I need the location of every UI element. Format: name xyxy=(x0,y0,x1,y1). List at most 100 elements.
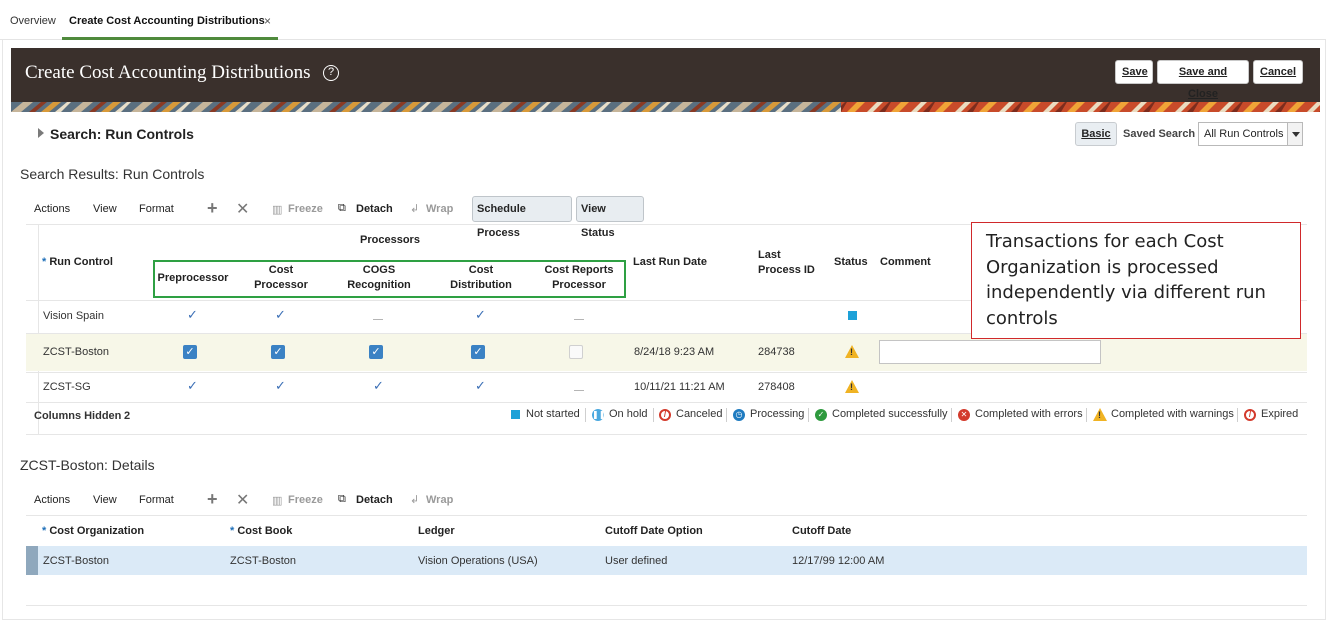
tab-close-icon[interactable]: × xyxy=(264,14,271,28)
legend-divider xyxy=(808,408,809,422)
wrap-icon[interactable]: ↲ xyxy=(410,493,419,506)
save-button-label: Save xyxy=(1122,66,1148,78)
details-title: ZCST-Boston: Details xyxy=(20,457,155,473)
details-detach-button[interactable]: Detach xyxy=(356,494,393,506)
basic-search-button[interactable]: Basic xyxy=(1075,122,1117,146)
legend-on-hold: On hold xyxy=(609,408,648,420)
results-title: Search Results: Run Controls xyxy=(20,166,205,182)
last-run-date-cell: 10/11/21 11:21 AM xyxy=(634,381,725,393)
col-ledger[interactable]: Ledger xyxy=(418,524,455,539)
row-selector[interactable] xyxy=(26,546,38,575)
annotation-note: Transactions for each Cost Organization … xyxy=(971,222,1301,339)
col-run-control[interactable]: * Run Control xyxy=(42,255,113,270)
saved-search-select[interactable]: All Run Controls xyxy=(1198,122,1303,146)
legend-completed-with-errors: Completed with errors xyxy=(975,408,1083,420)
save-and-close-button[interactable]: Save and Close xyxy=(1157,60,1249,100)
expired-icon: / xyxy=(1244,409,1256,421)
details-wrap-button[interactable]: Wrap xyxy=(426,494,453,506)
add-icon[interactable]: + xyxy=(207,489,218,510)
col-cost-organization[interactable]: * Cost Organization xyxy=(42,524,144,539)
cutoff-date-option-cell: User defined xyxy=(605,555,668,567)
detach-icon[interactable]: ⧉ xyxy=(338,493,346,506)
wrap-button[interactable]: Wrap xyxy=(426,203,453,215)
cost-processor-checkbox[interactable]: ✓ xyxy=(271,345,285,359)
chevron-down-icon[interactable] xyxy=(1287,123,1302,145)
legend-divider xyxy=(1086,408,1087,422)
legend-divider xyxy=(585,408,586,422)
format-menu[interactable]: Format xyxy=(139,203,174,215)
run-control-cell: ZCST-Boston xyxy=(43,346,110,358)
legend-not-started: Not started xyxy=(526,408,580,420)
freeze-icon[interactable]: ▥ xyxy=(272,203,282,216)
columns-hidden-label: Columns Hidden xyxy=(34,410,122,422)
actions-menu[interactable]: Actions xyxy=(34,203,70,215)
cancel-button[interactable]: Cancel xyxy=(1253,60,1303,84)
run-control-cell: Vision Spain xyxy=(43,310,104,322)
legend-canceled: Canceled xyxy=(676,408,723,420)
help-icon[interactable]: ? xyxy=(323,65,339,81)
legend-processing: Processing xyxy=(750,408,805,420)
details-freeze-button[interactable]: Freeze xyxy=(288,494,323,506)
details-view-menu[interactable]: View xyxy=(93,494,117,506)
row-divider xyxy=(26,372,1307,373)
saved-search-label: Saved Search xyxy=(1123,128,1196,140)
tab-overview[interactable]: Overview xyxy=(10,15,56,27)
tab-create-cost-accounting-distributions[interactable]: Create Cost Accounting Distributions xyxy=(69,15,265,27)
col-cost-organization-label: Cost Organization xyxy=(49,525,145,537)
schedule-process-button[interactable]: Schedule Process xyxy=(472,196,572,239)
check-icon: ✓ xyxy=(275,307,286,322)
cogs-recognition-checkbox[interactable]: ✓ xyxy=(369,345,383,359)
last-process-id-cell: 278408 xyxy=(758,381,795,393)
legend-divider xyxy=(726,408,727,422)
check-icon: ✓ xyxy=(187,378,198,393)
col-cutoff-date[interactable]: Cutoff Date xyxy=(792,524,851,539)
tab-bar: Overview Create Cost Accounting Distribu… xyxy=(0,0,1326,40)
col-last-run-date[interactable]: Last Run Date xyxy=(633,255,707,270)
details-table-top-border xyxy=(26,515,1307,516)
details-actions-menu[interactable]: Actions xyxy=(34,494,70,506)
warning-status-icon xyxy=(845,345,859,358)
warning-status-icon xyxy=(845,380,859,393)
save-button[interactable]: Save xyxy=(1115,60,1153,84)
cost-organization-cell: ZCST-Boston xyxy=(43,555,110,567)
legend-completed-successfully: Completed successfully xyxy=(832,408,948,420)
wrap-icon[interactable]: ↲ xyxy=(410,202,419,215)
view-status-button[interactable]: View Status xyxy=(576,196,644,239)
cost-reports-processor-checkbox[interactable] xyxy=(569,345,583,359)
col-comment[interactable]: Comment xyxy=(880,255,931,270)
details-format-menu[interactable]: Format xyxy=(139,494,174,506)
legend-completed-with-warnings: Completed with warnings xyxy=(1111,408,1234,420)
decorative-pattern xyxy=(11,102,1320,112)
completed-with-errors-icon: ✕ xyxy=(958,409,970,421)
cost-book-cell: ZCST-Boston xyxy=(230,555,297,567)
delete-icon[interactable]: ✕ xyxy=(236,490,249,510)
check-icon: ✓ xyxy=(187,307,198,322)
cost-distribution-checkbox[interactable]: ✓ xyxy=(471,345,485,359)
on-hold-icon: ❚❚ xyxy=(592,409,606,421)
col-cost-book[interactable]: * Cost Book xyxy=(230,524,292,539)
details-table-bottom-border xyxy=(26,605,1307,606)
page-header: Create Cost Accounting Distributions ? S… xyxy=(11,48,1320,112)
comment-input[interactable] xyxy=(879,340,1101,364)
col-last-process-id[interactable]: Last Process ID xyxy=(758,248,820,278)
freeze-button[interactable]: Freeze xyxy=(288,203,323,215)
table-bottom-border xyxy=(26,434,1307,435)
freeze-icon[interactable]: ▥ xyxy=(272,494,282,507)
dash-icon xyxy=(574,319,584,320)
detach-button[interactable]: Detach xyxy=(356,203,393,215)
add-icon[interactable]: + xyxy=(207,198,218,219)
view-menu[interactable]: View xyxy=(93,203,117,215)
completed-successfully-icon: ✓ xyxy=(815,409,827,421)
col-status[interactable]: Status xyxy=(834,255,868,270)
check-icon: ✓ xyxy=(275,378,286,393)
dash-icon xyxy=(373,319,383,320)
delete-icon[interactable]: ✕ xyxy=(236,199,249,219)
search-title[interactable]: Search: Run Controls xyxy=(50,126,194,142)
preprocessor-checkbox[interactable]: ✓ xyxy=(183,345,197,359)
expand-search-icon[interactable] xyxy=(38,128,44,138)
detach-icon[interactable]: ⧉ xyxy=(338,202,346,215)
columns-hidden-count[interactable]: 2 xyxy=(124,410,130,422)
not-started-icon xyxy=(511,410,520,419)
col-cutoff-date-option[interactable]: Cutoff Date Option xyxy=(605,524,703,539)
check-icon: ✓ xyxy=(475,378,486,393)
